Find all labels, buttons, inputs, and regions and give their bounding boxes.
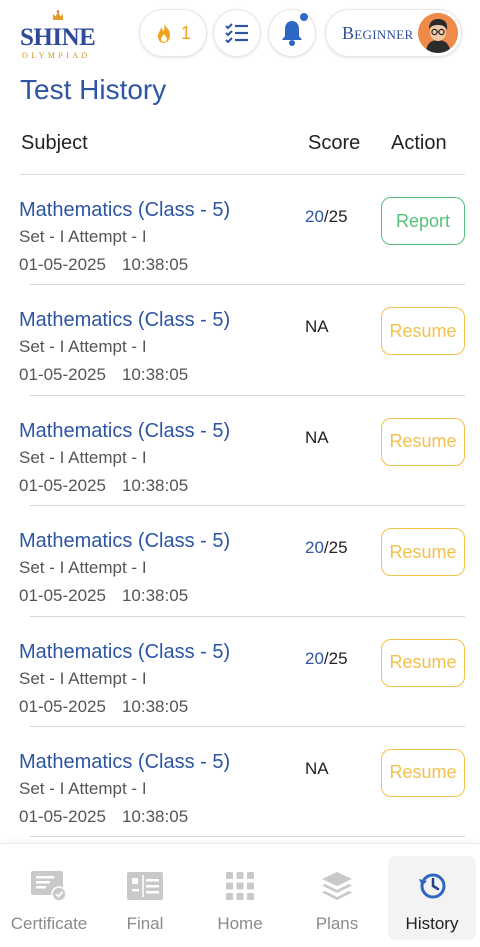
notifications-button[interactable] xyxy=(268,9,316,57)
streak-badge[interactable]: 1 xyxy=(139,9,207,57)
row-datetime: 01-05-2025 10:38:05 xyxy=(19,476,188,496)
bell-icon xyxy=(282,21,302,46)
app-header: SHINE OLYMPIAD 1 Beginner xyxy=(0,0,480,68)
row-set-attempt: Set - I Attempt - I xyxy=(19,227,147,246)
score-total: /25 xyxy=(323,538,348,558)
nav-label: Final xyxy=(126,914,164,933)
nav-item-certificate[interactable]: Certificate xyxy=(1,844,97,947)
level-badge[interactable]: Beginner xyxy=(325,9,462,57)
score-obtained: 20 xyxy=(305,538,324,558)
home-grid-icon xyxy=(226,872,254,900)
score-na: NA xyxy=(305,317,329,337)
row-subject[interactable]: Mathematics (Class - 5) xyxy=(19,420,230,443)
row-subject[interactable]: Mathematics (Class - 5) xyxy=(19,530,230,553)
row-datetime: 01-05-2025 10:38:05 xyxy=(19,365,188,385)
report-button[interactable]: Report xyxy=(381,197,465,245)
row-datetime: 01-05-2025 10:38:05 xyxy=(19,807,188,827)
logo-subtext: OLYMPIAD xyxy=(22,51,91,60)
nav-label: History xyxy=(405,914,459,933)
checklist-icon xyxy=(225,23,248,44)
table-row: Mathematics (Class - 5) Set - I Attempt … xyxy=(0,506,480,617)
row-subject[interactable]: Mathematics (Class - 5) xyxy=(19,309,230,332)
column-header-score: Score xyxy=(308,132,361,154)
row-score: NA xyxy=(305,317,329,337)
row-set-attempt: Set - I Attempt - I xyxy=(19,668,147,688)
nav-label: Certificate xyxy=(10,914,88,933)
row-datetime: 01-05-2025 10:38:05 xyxy=(19,697,188,717)
nav-item-history[interactable]: History xyxy=(388,856,476,940)
row-score: 20/25 xyxy=(305,538,348,558)
page-title: Test History xyxy=(20,74,167,105)
row-score: 20/25 xyxy=(305,649,348,669)
row-datetime: 01-05-2025 10:38:05 xyxy=(19,255,188,275)
score-na: NA xyxy=(305,758,329,778)
resume-button[interactable]: Resume xyxy=(381,748,465,797)
row-date: 01-05-2025 xyxy=(19,806,106,826)
tasks-button[interactable] xyxy=(213,9,261,57)
score-total: /25 xyxy=(323,207,348,226)
history-clock-icon xyxy=(419,873,446,899)
resume-button[interactable]: Resume xyxy=(381,638,465,687)
row-time: 10:38:05 xyxy=(121,586,189,606)
row-date: 01-05-2025 xyxy=(19,255,106,274)
row-score: NA xyxy=(305,428,329,448)
score-obtained: 20 xyxy=(305,648,324,668)
row-date: 01-05-2025 xyxy=(19,365,106,385)
logo-text: SHINE xyxy=(20,24,96,51)
score-na: NA xyxy=(305,427,329,447)
notification-dot xyxy=(299,12,309,22)
row-set-attempt: Set - I Attempt - I xyxy=(19,447,147,467)
nav-item-home[interactable]: Home xyxy=(192,844,288,947)
row-time: 10:38:05 xyxy=(121,696,189,716)
row-subject[interactable]: Mathematics (Class - 5) xyxy=(19,199,230,222)
table-row: Mathematics (Class - 5) Set - I Attempt … xyxy=(0,396,480,507)
row-set-attempt: Set - I Attempt - I xyxy=(19,558,147,578)
table-row: Mathematics (Class - 5) Set - I Attempt … xyxy=(0,727,480,838)
shine-olympiad-logo[interactable]: SHINE OLYMPIAD xyxy=(18,10,100,60)
row-score: NA xyxy=(305,759,329,779)
final-icon xyxy=(127,872,163,900)
score-obtained: 20 xyxy=(305,207,324,226)
row-set-attempt: Set - I Attempt - I xyxy=(19,778,147,798)
row-time: 10:38:05 xyxy=(121,365,189,385)
row-subject[interactable]: Mathematics (Class - 5) xyxy=(19,641,230,664)
row-time: 10:38:05 xyxy=(121,255,189,274)
user-avatar-icon xyxy=(418,13,458,53)
resume-button[interactable]: Resume xyxy=(381,528,465,577)
column-header-subject: Subject xyxy=(21,132,88,154)
row-set-attempt: Set - I Attempt - I xyxy=(19,337,147,357)
row-subject[interactable]: Mathematics (Class - 5) xyxy=(19,751,230,774)
column-header-action: Action xyxy=(391,132,447,154)
bottom-navigation: Certificate Final Home Plans History xyxy=(0,843,480,947)
resume-button[interactable]: Resume xyxy=(381,417,465,466)
row-divider xyxy=(30,836,465,838)
row-time: 10:38:05 xyxy=(121,475,189,495)
nav-item-plans[interactable]: Plans xyxy=(289,844,385,947)
nav-item-final[interactable]: Final xyxy=(97,844,193,947)
plans-layers-icon xyxy=(322,872,352,900)
streak-count: 1 xyxy=(180,22,191,43)
certificate-icon xyxy=(31,871,67,902)
nav-label: Home xyxy=(217,914,263,933)
row-date: 01-05-2025 xyxy=(19,586,106,606)
row-date: 01-05-2025 xyxy=(19,475,106,495)
row-score: 20/25 xyxy=(305,207,348,227)
table-row: Mathematics (Class - 5) Set - I Attempt … xyxy=(0,285,480,396)
table-row: Mathematics (Class - 5) Set - I Attempt … xyxy=(0,175,480,286)
nav-label: Plans xyxy=(315,914,359,933)
row-date: 01-05-2025 xyxy=(19,696,106,716)
row-time: 10:38:05 xyxy=(121,806,189,826)
row-datetime: 01-05-2025 10:38:05 xyxy=(19,586,188,606)
score-total: /25 xyxy=(323,648,348,668)
avatar[interactable] xyxy=(418,13,458,53)
table-row: Mathematics (Class - 5) Set - I Attempt … xyxy=(0,617,480,727)
level-label: Beginner xyxy=(342,22,414,43)
resume-button[interactable]: Resume xyxy=(381,307,465,356)
crown-icon xyxy=(53,10,63,20)
flame-icon xyxy=(157,23,170,43)
table-header: Subject Score Action xyxy=(0,132,480,160)
test-history-list: Mathematics (Class - 5) Set - I Attempt … xyxy=(0,175,480,838)
